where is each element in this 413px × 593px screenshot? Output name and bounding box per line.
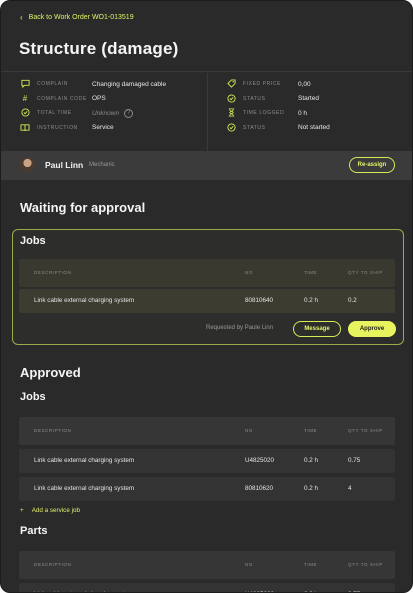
- column-header: TIME: [304, 270, 318, 275]
- info-value: 0 h: [298, 109, 308, 117]
- check-circle-icon: [226, 123, 236, 133]
- info-value: 0,00: [298, 80, 311, 88]
- table-row[interactable]: Link cable external charging system U482…: [19, 449, 395, 473]
- waiting-jobs-heading: Jobs: [20, 235, 46, 247]
- reassign-button[interactable]: Re-assign: [349, 157, 395, 173]
- table-header: DESCRIPTION NO TIME QTY TO SHIP: [19, 551, 395, 579]
- info-value: Not started: [298, 124, 330, 132]
- row-no: 80810620: [245, 485, 274, 492]
- mechanic-bar: Paul Linn Mechanic Re-assign: [1, 151, 412, 180]
- add-service-job-link[interactable]: + Add a service job: [20, 507, 80, 514]
- row-qty: 4: [348, 485, 352, 492]
- row-description: Link cable external charging system: [34, 297, 135, 304]
- parts-table: DESCRIPTION NO TIME QTY TO SHIP Link cab…: [19, 551, 395, 592]
- info-label: COMPLAIN CODE: [37, 95, 87, 102]
- info-row-status: STATUS Started: [226, 92, 330, 107]
- approved-jobs-heading: Jobs: [20, 391, 46, 403]
- column-header: QTY TO SHIP: [348, 562, 383, 567]
- add-service-job-label: Add a service job: [31, 507, 80, 514]
- column-header: TIME: [304, 562, 318, 567]
- info-value: Started: [298, 95, 319, 103]
- back-link-label: Back to Work Order WO1-013519: [28, 14, 134, 21]
- row-no: U4825020: [245, 583, 274, 592]
- row-time: 0.2 h: [304, 485, 319, 492]
- mechanic-role: Mechanic: [89, 162, 115, 168]
- row-no: 80810640: [245, 297, 274, 304]
- divider: [1, 71, 412, 72]
- column-header: TIME: [304, 428, 318, 433]
- info-label: STATUS: [243, 95, 266, 102]
- waiting-heading: Waiting for approval: [20, 200, 146, 215]
- row-qty: 0.75: [348, 583, 360, 592]
- page-title: Structure (damage): [19, 39, 179, 58]
- info-column-right: FIXED PRICE 0,00 STATUS Started TIME LOG…: [226, 77, 330, 135]
- info-value: Changing damaged cable: [92, 80, 167, 88]
- clock-check-icon: [20, 108, 30, 118]
- approve-button[interactable]: Approve: [348, 321, 396, 337]
- row-qty: 0.75: [348, 457, 361, 464]
- column-header: QTY TO SHIP: [348, 270, 383, 275]
- parts-heading: Parts: [20, 525, 48, 537]
- info-row-status-2: STATUS Not started: [226, 121, 330, 136]
- info-label: STATUS: [243, 124, 266, 131]
- info-row-instruction: INSTRUCTION Service: [20, 121, 166, 136]
- info-row-complain: COMPLAIN Changing damaged cable: [20, 77, 166, 92]
- info-row-total-time: TOTAL TIME Unknown ?: [20, 106, 166, 121]
- info-label: TOTAL TIME: [37, 110, 72, 117]
- column-header: DESCRIPTION: [34, 562, 72, 567]
- row-time: 0.2 h: [304, 297, 319, 304]
- column-header: DESCRIPTION: [34, 270, 72, 275]
- hash-icon: #: [22, 93, 28, 103]
- row-description: Link cable external charging system: [34, 457, 135, 464]
- info-row-complain-code: # COMPLAIN CODE OPS: [20, 92, 166, 107]
- chevron-left-icon: ‹: [20, 13, 23, 22]
- work-order-panel: ‹ Back to Work Order WO1-013519 Structur…: [0, 0, 413, 593]
- column-header: NO: [245, 562, 253, 567]
- table-header: DESCRIPTION NO TIME QTY TO SHIP: [19, 259, 395, 287]
- info-label: INSTRUCTION: [37, 124, 78, 131]
- row-time: 0.2 h: [304, 457, 319, 464]
- check-circle-icon: [226, 94, 236, 104]
- waiting-jobs-table: DESCRIPTION NO TIME QTY TO SHIP Link cab…: [19, 259, 395, 313]
- info-row-time-logged: TIME LOGGED 0 h: [226, 106, 330, 121]
- table-row[interactable]: Link cable external charging system U482…: [19, 583, 395, 592]
- help-icon[interactable]: ?: [124, 108, 134, 118]
- info-value: Service: [92, 124, 114, 132]
- info-label: FIXED PRICE: [243, 81, 281, 88]
- back-link[interactable]: ‹ Back to Work Order WO1-013519: [20, 13, 134, 22]
- row-qty: 0.2: [348, 297, 357, 304]
- info-label: TIME LOGGED: [243, 110, 285, 117]
- mechanic-name: Paul Linn: [45, 160, 84, 170]
- tag-icon: [226, 79, 236, 89]
- info-column-left: COMPLAIN Changing damaged cable # COMPLA…: [20, 77, 166, 135]
- approved-heading: Approved: [20, 365, 81, 380]
- vertical-divider: [207, 73, 208, 151]
- info-value: OPS: [92, 95, 106, 103]
- table-row[interactable]: Link cable external charging system 8081…: [19, 289, 395, 313]
- hourglass-icon: [226, 108, 236, 118]
- book-icon: [20, 123, 30, 133]
- info-label: COMPLAIN: [37, 81, 68, 88]
- row-description: Link cable external charging system: [34, 583, 134, 592]
- approved-jobs-table: DESCRIPTION NO TIME QTY TO SHIP Link cab…: [19, 417, 395, 501]
- column-header: NO: [245, 270, 253, 275]
- row-time: 0.2 h: [304, 583, 318, 592]
- row-description: Link cable external charging system: [34, 485, 135, 492]
- avatar: [20, 157, 35, 172]
- chat-icon: [20, 79, 30, 89]
- message-button[interactable]: Message: [293, 321, 341, 337]
- info-value: Unknown: [92, 109, 120, 117]
- row-no: U4825020: [245, 457, 275, 464]
- table-header: DESCRIPTION NO TIME QTY TO SHIP: [19, 417, 395, 445]
- plus-icon: +: [20, 507, 24, 514]
- column-header: NO: [245, 428, 253, 433]
- requested-by: Requested by Paule Linn: [206, 325, 274, 331]
- column-header: QTY TO SHIP: [348, 428, 383, 433]
- info-row-fixed-price: FIXED PRICE 0,00: [226, 77, 330, 92]
- table-row[interactable]: Link cable external charging system 8081…: [19, 477, 395, 501]
- column-header: DESCRIPTION: [34, 428, 72, 433]
